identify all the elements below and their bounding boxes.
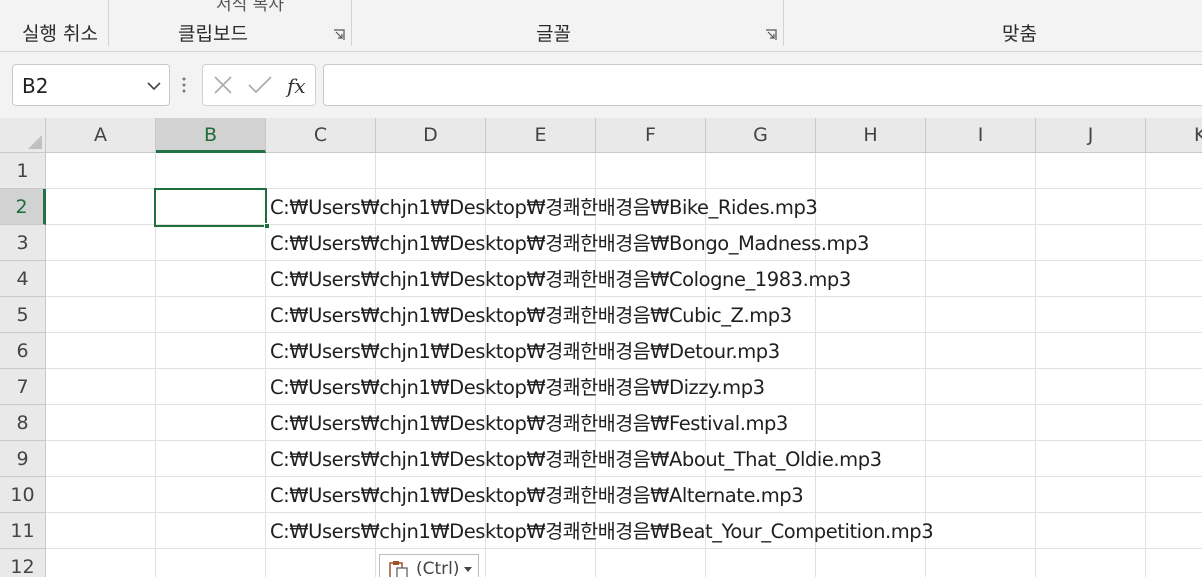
row-header[interactable]: 3: [0, 225, 46, 261]
dropdown-arrow-icon: [464, 567, 472, 572]
cell-c11[interactable]: C:₩Users₩chjn1₩Desktop₩경쾌한배경음₩Beat_Your_…: [270, 514, 934, 550]
row-header[interactable]: 5: [0, 297, 46, 333]
column-header[interactable]: G: [706, 118, 816, 153]
cell-c5[interactable]: C:₩Users₩chjn1₩Desktop₩경쾌한배경음₩Cubic_Z.mp…: [270, 298, 792, 334]
column-header[interactable]: I: [926, 118, 1036, 153]
formula-input[interactable]: [323, 64, 1202, 106]
more-options-icon[interactable]: [181, 76, 187, 94]
paste-options-label: (Ctrl): [416, 559, 460, 577]
column-header[interactable]: C: [266, 118, 376, 153]
row-header[interactable]: 9: [0, 441, 46, 477]
name-box-value[interactable]: B2: [22, 74, 48, 98]
select-all-triangle-icon: [28, 135, 42, 149]
row-header[interactable]: 6: [0, 333, 46, 369]
ribbon-group-alignment: 맞춤: [1002, 23, 1037, 45]
checkmark-icon[interactable]: [247, 75, 273, 95]
cell-c7[interactable]: C:₩Users₩chjn1₩Desktop₩경쾌한배경음₩Dizzy.mp3: [270, 370, 765, 406]
column-header[interactable]: D: [376, 118, 486, 153]
column-header-selected[interactable]: B: [156, 118, 266, 153]
row-header[interactable]: 10: [0, 477, 46, 513]
insert-function-icon[interactable]: fx: [285, 73, 311, 99]
column-header[interactable]: E: [486, 118, 596, 153]
column-header[interactable]: H: [816, 118, 926, 153]
font-dialog-launcher-icon[interactable]: [765, 29, 777, 41]
worksheet-grid: A B C D E F G H I J K 1 2 3 4 5 6 7 8 9 …: [0, 118, 1202, 577]
cell-c8[interactable]: C:₩Users₩chjn1₩Desktop₩경쾌한배경음₩Festival.m…: [270, 406, 788, 442]
clipboard-dialog-launcher-icon[interactable]: [333, 29, 345, 41]
cell-c4[interactable]: C:₩Users₩chjn1₩Desktop₩경쾌한배경음₩Cologne_19…: [270, 262, 851, 298]
ribbon-separator: [351, 0, 352, 46]
cancel-icon[interactable]: [213, 75, 233, 95]
svg-text:fx: fx: [285, 74, 306, 98]
formula-actions: fx: [202, 64, 316, 106]
ribbon-separator: [108, 0, 109, 46]
format-painter-label[interactable]: 서식 복사: [216, 0, 284, 15]
select-all-button[interactable]: [0, 118, 46, 153]
active-cell-b2[interactable]: [154, 188, 267, 227]
chevron-down-icon[interactable]: [146, 78, 162, 94]
ribbon: 서식 복사 실행 취소 클립보드 글꼴 맞춤: [0, 0, 1202, 52]
clipboard-paste-icon: [389, 561, 408, 577]
column-header[interactable]: K: [1146, 118, 1202, 153]
ribbon-group-font: 글꼴: [536, 23, 571, 45]
row-header[interactable]: 4: [0, 261, 46, 297]
cell-c9[interactable]: C:₩Users₩chjn1₩Desktop₩경쾌한배경음₩About_That…: [270, 442, 882, 478]
row-header[interactable]: 12: [0, 549, 46, 577]
ribbon-group-undo: 실행 취소: [22, 23, 98, 45]
gridline: [1145, 153, 1146, 577]
cell-c10[interactable]: C:₩Users₩chjn1₩Desktop₩경쾌한배경음₩Alternate.…: [270, 478, 804, 514]
row-header-selected[interactable]: 2: [0, 189, 46, 225]
cell-c2[interactable]: C:₩Users₩chjn1₩Desktop₩경쾌한배경음₩Bike_Rides…: [270, 190, 818, 226]
column-header[interactable]: F: [596, 118, 706, 153]
paste-options-button[interactable]: (Ctrl): [379, 554, 479, 577]
cell-c3[interactable]: C:₩Users₩chjn1₩Desktop₩경쾌한배경음₩Bongo_Madn…: [270, 226, 869, 262]
row-header[interactable]: 1: [0, 153, 46, 189]
name-box[interactable]: B2: [12, 64, 170, 106]
row-header[interactable]: 11: [0, 513, 46, 549]
column-header[interactable]: J: [1036, 118, 1146, 153]
gridline: [1035, 153, 1036, 577]
row-header[interactable]: 8: [0, 405, 46, 441]
fill-handle[interactable]: [264, 223, 270, 229]
cell-c6[interactable]: C:₩Users₩chjn1₩Desktop₩경쾌한배경음₩Detour.mp3: [270, 334, 780, 370]
formula-bar: B2 fx: [0, 52, 1202, 118]
ribbon-separator: [783, 0, 784, 46]
ribbon-group-clipboard: 클립보드: [178, 23, 248, 45]
row-header[interactable]: 7: [0, 369, 46, 405]
column-header[interactable]: A: [46, 118, 156, 153]
